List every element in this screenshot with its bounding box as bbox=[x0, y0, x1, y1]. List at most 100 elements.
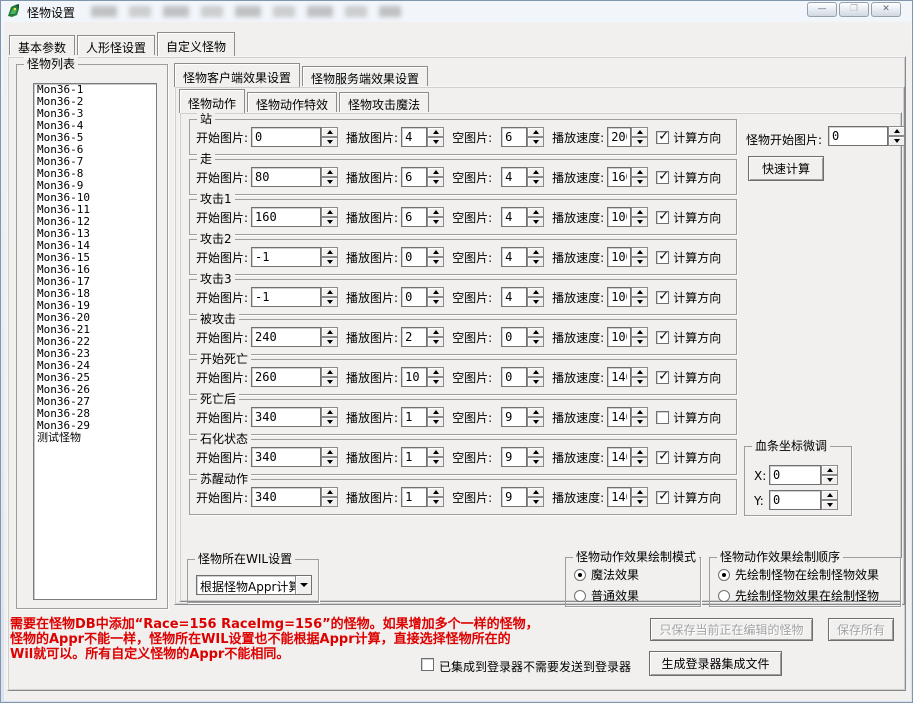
play-speed-input[interactable] bbox=[607, 287, 631, 307]
spin-up-icon[interactable] bbox=[527, 327, 544, 337]
play-speed-spinner[interactable] bbox=[631, 247, 648, 267]
play-speed-spinner[interactable] bbox=[631, 287, 648, 307]
y-offset-input[interactable] bbox=[769, 490, 821, 510]
empty-image-input[interactable] bbox=[501, 127, 527, 147]
spin-down-icon[interactable] bbox=[321, 217, 338, 227]
spin-down-icon[interactable] bbox=[527, 217, 544, 227]
empty-image-input[interactable] bbox=[501, 327, 527, 347]
monster-listbox[interactable]: Mon36-1Mon36-2Mon36-3Mon36-4Mon36-5Mon36… bbox=[33, 83, 157, 600]
spin-down-icon[interactable] bbox=[631, 217, 648, 227]
titlebar[interactable]: 怪物设置 — ❐ ✕ bbox=[1, 1, 912, 22]
spin-down-icon[interactable] bbox=[427, 177, 444, 187]
play-image-input[interactable] bbox=[401, 327, 427, 347]
spin-up-icon[interactable] bbox=[527, 367, 544, 377]
spin-up-icon[interactable] bbox=[321, 367, 338, 377]
spin-down-icon[interactable] bbox=[527, 497, 544, 507]
spin-down-icon[interactable] bbox=[321, 257, 338, 267]
spin-up-icon[interactable] bbox=[321, 127, 338, 137]
tab-attack-magic[interactable]: 怪物攻击魔法 bbox=[339, 92, 429, 112]
play-image-input[interactable] bbox=[401, 287, 427, 307]
play-image-input[interactable] bbox=[401, 167, 427, 187]
spin-down-icon[interactable] bbox=[427, 257, 444, 267]
spin-down-icon[interactable] bbox=[427, 337, 444, 347]
calc-direction-checkbox[interactable] bbox=[656, 411, 669, 424]
calc-direction-checkbox[interactable] bbox=[656, 371, 669, 384]
start-image-spinner[interactable] bbox=[321, 287, 338, 307]
spin-up-icon[interactable] bbox=[527, 167, 544, 177]
spin-up-icon[interactable] bbox=[427, 167, 444, 177]
quick-calc-button[interactable]: 快速计算 bbox=[748, 156, 824, 181]
wil-source-select[interactable]: 根据怪物Appr计算 bbox=[196, 575, 312, 595]
spin-down-icon[interactable] bbox=[321, 457, 338, 467]
spin-up-icon[interactable] bbox=[527, 447, 544, 457]
close-button[interactable]: ✕ bbox=[871, 2, 901, 17]
spin-down-icon[interactable] bbox=[527, 177, 544, 187]
spin-down-icon[interactable] bbox=[631, 257, 648, 267]
x-offset-spinner[interactable] bbox=[821, 465, 838, 485]
empty-image-input[interactable] bbox=[501, 367, 527, 387]
minimize-button[interactable]: — bbox=[807, 2, 837, 17]
spin-up-icon[interactable] bbox=[821, 465, 838, 475]
spin-up-icon[interactable] bbox=[631, 327, 648, 337]
spin-down-icon[interactable] bbox=[321, 297, 338, 307]
calc-direction-checkbox[interactable] bbox=[656, 251, 669, 264]
tab-action-effects[interactable]: 怪物动作特效 bbox=[247, 92, 337, 112]
spin-down-icon[interactable] bbox=[527, 457, 544, 467]
spin-up-icon[interactable] bbox=[631, 367, 648, 377]
start-image-input[interactable] bbox=[251, 487, 321, 507]
spin-down-icon[interactable] bbox=[427, 457, 444, 467]
spin-down-icon[interactable] bbox=[888, 136, 905, 146]
play-image-spinner[interactable] bbox=[427, 287, 444, 307]
calc-direction-checkbox[interactable] bbox=[656, 491, 669, 504]
spin-up-icon[interactable] bbox=[527, 247, 544, 257]
spin-down-icon[interactable] bbox=[527, 137, 544, 147]
empty-image-spinner[interactable] bbox=[527, 367, 544, 387]
play-image-spinner[interactable] bbox=[427, 407, 444, 427]
spin-down-icon[interactable] bbox=[631, 297, 648, 307]
spin-down-icon[interactable] bbox=[631, 417, 648, 427]
start-image-spinner[interactable] bbox=[321, 247, 338, 267]
tab-monster-action[interactable]: 怪物动作 bbox=[179, 89, 245, 113]
start-image-input[interactable] bbox=[251, 207, 321, 227]
empty-image-spinner[interactable] bbox=[527, 407, 544, 427]
play-image-input[interactable] bbox=[401, 247, 427, 267]
play-image-spinner[interactable] bbox=[427, 487, 444, 507]
spin-up-icon[interactable] bbox=[631, 127, 648, 137]
tab-custom-monster[interactable]: 自定义怪物 bbox=[157, 32, 235, 56]
spin-down-icon[interactable] bbox=[631, 337, 648, 347]
spin-down-icon[interactable] bbox=[427, 137, 444, 147]
dropdown-icon[interactable] bbox=[295, 576, 311, 594]
calc-direction-checkbox[interactable] bbox=[656, 451, 669, 464]
play-image-spinner[interactable] bbox=[427, 327, 444, 347]
play-image-spinner[interactable] bbox=[427, 207, 444, 227]
spin-up-icon[interactable] bbox=[321, 447, 338, 457]
spin-up-icon[interactable] bbox=[631, 207, 648, 217]
spin-up-icon[interactable] bbox=[321, 407, 338, 417]
empty-image-input[interactable] bbox=[501, 407, 527, 427]
play-image-input[interactable] bbox=[401, 447, 427, 467]
save-current-button[interactable]: 只保存当前正在编辑的怪物 bbox=[650, 618, 813, 641]
play-speed-input[interactable] bbox=[607, 327, 631, 347]
start-image-input[interactable] bbox=[251, 167, 321, 187]
spin-up-icon[interactable] bbox=[427, 207, 444, 217]
spin-up-icon[interactable] bbox=[888, 126, 905, 136]
empty-image-input[interactable] bbox=[501, 487, 527, 507]
empty-image-input[interactable] bbox=[501, 167, 527, 187]
play-image-spinner[interactable] bbox=[427, 127, 444, 147]
calc-direction-checkbox[interactable] bbox=[656, 291, 669, 304]
calc-direction-checkbox[interactable] bbox=[656, 171, 669, 184]
spin-up-icon[interactable] bbox=[631, 167, 648, 177]
tab-server-effects[interactable]: 怪物服务端效果设置 bbox=[302, 66, 428, 86]
spin-up-icon[interactable] bbox=[427, 487, 444, 497]
start-image-input[interactable] bbox=[251, 287, 321, 307]
play-speed-spinner[interactable] bbox=[631, 447, 648, 467]
spin-down-icon[interactable] bbox=[631, 497, 648, 507]
spin-down-icon[interactable] bbox=[527, 297, 544, 307]
maximize-button[interactable]: ❐ bbox=[839, 2, 869, 17]
spin-up-icon[interactable] bbox=[631, 407, 648, 417]
play-speed-input[interactable] bbox=[607, 127, 631, 147]
spin-up-icon[interactable] bbox=[527, 487, 544, 497]
start-image-spinner[interactable] bbox=[321, 407, 338, 427]
spin-up-icon[interactable] bbox=[427, 447, 444, 457]
empty-image-spinner[interactable] bbox=[527, 287, 544, 307]
